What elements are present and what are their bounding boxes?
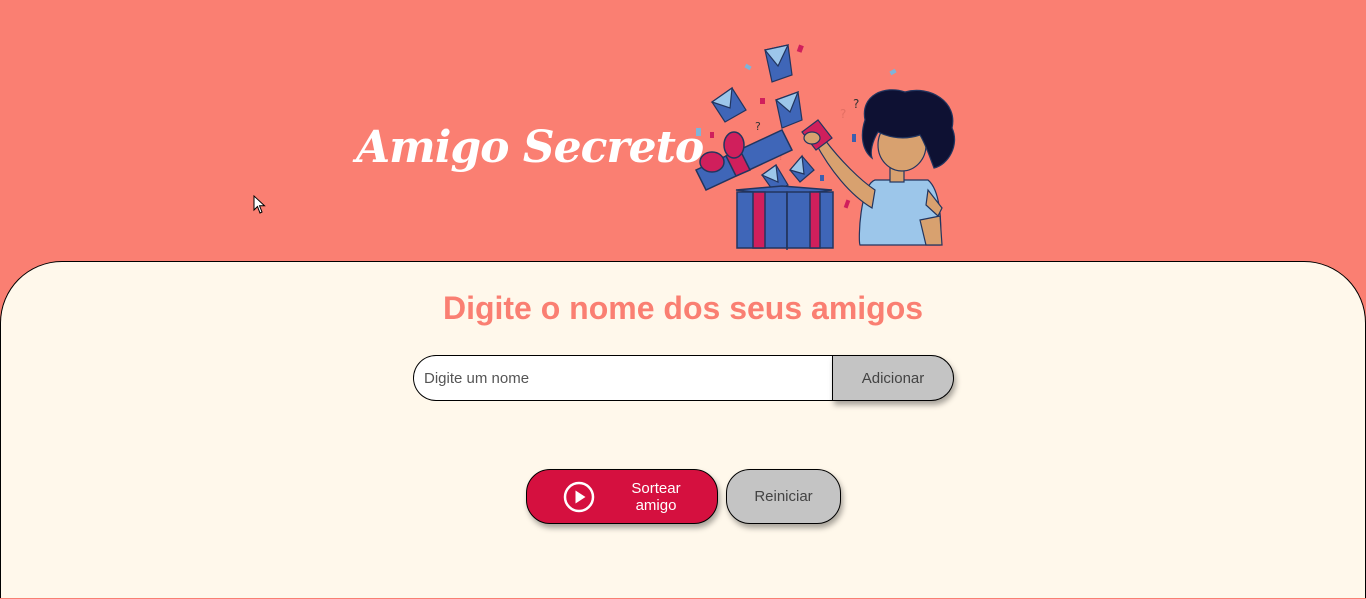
app-title: Amigo Secreto xyxy=(356,122,704,173)
main-panel: Digite o nome dos seus amigos Adicionar … xyxy=(0,261,1366,598)
svg-text:?: ? xyxy=(840,107,846,121)
svg-text:?: ? xyxy=(853,97,859,111)
draw-friend-button[interactable]: Sortear amigo xyxy=(526,469,718,524)
page-heading: Digite o nome dos seus amigos xyxy=(442,290,924,326)
draw-friend-label: Sortear amigo xyxy=(631,480,681,514)
play-circle-icon xyxy=(563,481,595,513)
actions: Sortear amigo Reiniciar xyxy=(526,469,846,525)
gift-box-person-illustration: ? ? ? ? xyxy=(694,44,956,250)
reset-button[interactable]: Reiniciar xyxy=(726,469,841,524)
header: Amigo Secreto ? ? ? ? xyxy=(0,0,1366,262)
svg-text:?: ? xyxy=(755,120,761,133)
add-button[interactable]: Adicionar xyxy=(832,355,954,401)
mouse-cursor-icon xyxy=(253,195,266,214)
friend-name-input[interactable] xyxy=(413,355,835,401)
add-friend-form: Adicionar xyxy=(413,355,954,402)
